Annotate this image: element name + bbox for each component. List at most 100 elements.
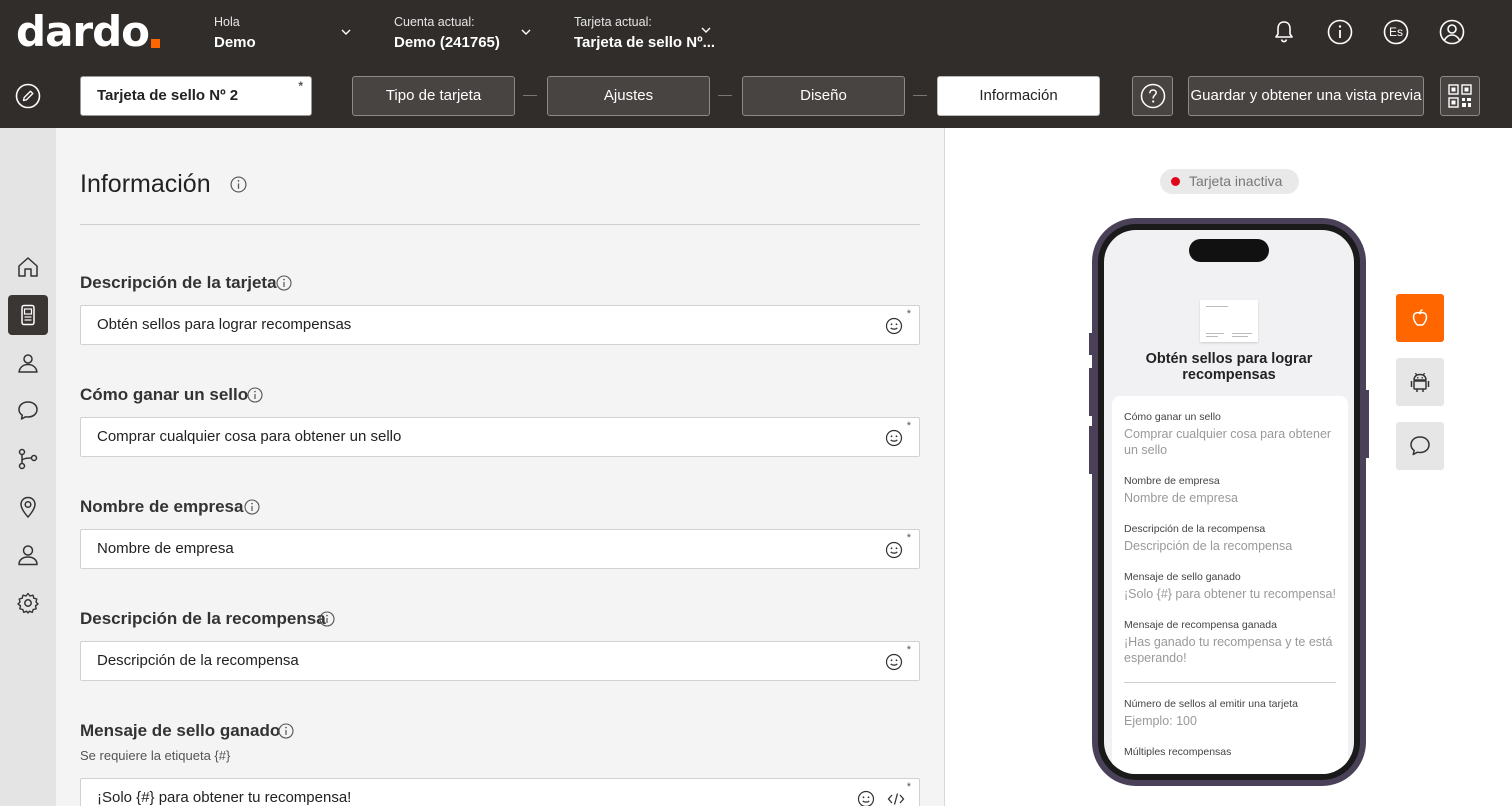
platform-android-button[interactable]: [1396, 358, 1444, 406]
tab-ajustes[interactable]: Ajustes: [547, 76, 710, 116]
reward-description-input[interactable]: Descripción de la recompensa *: [80, 641, 920, 681]
preview-value: Comprar cualquier cosa para obtener un s…: [1124, 427, 1332, 457]
preview-item: Descripción de la recompensa Descripción…: [1124, 522, 1336, 554]
account-selector[interactable]: Cuenta actual: Demo (241765): [394, 14, 500, 54]
code-tag-icon[interactable]: [887, 790, 905, 806]
info-icon[interactable]: [276, 275, 292, 291]
platform-apple-button[interactable]: [1396, 294, 1444, 342]
flows-icon: [18, 448, 38, 470]
clients-icon: [18, 354, 38, 373]
how-to-earn-input[interactable]: Comprar cualquier cosa para obtener un s…: [80, 417, 920, 457]
phone-mockup: Obtén sellos para lograr recompensas Cóm…: [1092, 218, 1366, 786]
emoji-icon[interactable]: [885, 429, 903, 447]
preview-value: ¡Has ganado tu recompensa y te está espe…: [1124, 635, 1333, 665]
chevron-down-icon[interactable]: [700, 24, 712, 36]
bell-icon[interactable]: [1270, 18, 1298, 46]
info-icon[interactable]: [247, 387, 263, 403]
phone-side-button: [1366, 390, 1369, 458]
required-mark: *: [906, 781, 911, 793]
tab-tipo-de-tarjeta[interactable]: Tipo de tarjeta: [352, 76, 515, 116]
required-mark: *: [906, 644, 911, 656]
preview-value: ¡Solo {#} para obtener tu recompensa!: [1124, 587, 1336, 601]
language-badge: Es: [1388, 25, 1403, 39]
info-icon[interactable]: [244, 499, 260, 515]
users-icon: [18, 545, 38, 566]
phone-screen[interactable]: Obtén sellos para lograr recompensas Cóm…: [1104, 230, 1354, 774]
preview-value: Nombre de empresa: [1124, 491, 1238, 505]
greeting[interactable]: Hola Demo: [214, 14, 256, 54]
sidebar-item-cards[interactable]: [8, 295, 48, 335]
sidebar-item-messages[interactable]: [8, 391, 48, 431]
qr-code-button[interactable]: [1440, 76, 1480, 116]
preview-label: Nombre de empresa: [1124, 475, 1220, 487]
logo-dot: [151, 39, 161, 48]
required-mark: *: [906, 532, 911, 544]
greeting-label: Hola: [214, 15, 240, 29]
thumbnail-line: [1206, 336, 1218, 337]
tab-informacion[interactable]: Información: [937, 76, 1100, 116]
messages-icon: [18, 401, 38, 420]
card-selector[interactable]: Tarjeta actual: Tarjeta de sello Nº...: [574, 14, 715, 54]
help-button[interactable]: [1132, 76, 1173, 116]
information-form: Información Descripción de la tarjeta Ob…: [56, 128, 944, 806]
info-icon[interactable]: [1326, 18, 1354, 46]
sidebar-item-users[interactable]: [8, 535, 48, 575]
sidebar-item-settings[interactable]: [8, 583, 48, 623]
dardo-logo[interactable]: dardo: [16, 11, 161, 53]
preview-value: Ejemplo: 100: [1124, 714, 1197, 728]
language-icon[interactable]: Es: [1382, 18, 1410, 46]
stamp-earned-message-input[interactable]: ¡Solo {#} para obtener tu recompensa! *: [80, 778, 920, 806]
tab-diseno[interactable]: Diseño: [742, 76, 905, 116]
card-description-value: Obtén sellos para lograr recompensas: [97, 316, 352, 333]
preview-label: Número de sellos al emitir una tarjeta: [1124, 698, 1298, 710]
user-icon[interactable]: [1438, 18, 1466, 46]
required-mark: *: [906, 308, 911, 320]
wizard-toolbar: Tarjeta de sello Nº 2 * Tipo de tarjeta …: [0, 64, 1512, 128]
chat-icon: [1410, 436, 1430, 456]
phone-bezel: Obtén sellos para lograr recompensas Cóm…: [1098, 224, 1360, 780]
preview-item: Mensaje de recompensa ganada ¡Has ganado…: [1124, 618, 1336, 666]
emoji-icon[interactable]: [885, 541, 903, 559]
thumbnail-line: [1232, 333, 1252, 334]
android-icon: [1410, 372, 1430, 392]
card-name-input[interactable]: Tarjeta de sello Nº 2 *: [80, 76, 312, 116]
business-name-input[interactable]: Nombre de empresa *: [80, 529, 920, 569]
field-label-card-description: Descripción de la tarjeta: [80, 273, 277, 292]
emoji-icon[interactable]: [885, 653, 903, 671]
preview-label: Mensaje de recompensa ganada: [1124, 619, 1277, 631]
stamp-earned-message-value: ¡Solo {#} para obtener tu recompensa!: [97, 789, 352, 806]
field-label-business-name: Nombre de empresa: [80, 497, 244, 516]
reward-description-value: Descripción de la recompensa: [97, 652, 299, 669]
divider: [80, 224, 920, 225]
card-preview-panel: Tarjeta inactiva Obtén sellos para logra…: [944, 128, 1512, 806]
question-icon: [1140, 83, 1166, 109]
apple-icon: [1412, 309, 1428, 326]
phone-info-panel: Cómo ganar un sello Comprar cualquier co…: [1112, 396, 1348, 774]
sidebar-item-clients[interactable]: [8, 343, 48, 383]
card-thumbnail: [1200, 300, 1258, 342]
chevron-down-icon[interactable]: [520, 26, 532, 38]
info-icon[interactable]: [319, 611, 335, 627]
edit-icon[interactable]: [14, 82, 42, 110]
thumbnail-line: [1206, 306, 1228, 307]
emoji-icon[interactable]: [857, 790, 875, 806]
save-preview-button[interactable]: Guardar y obtener una vista previa: [1188, 76, 1424, 116]
chevron-down-icon[interactable]: [340, 26, 352, 38]
home-icon: [18, 257, 38, 277]
thumbnail-line: [1206, 333, 1224, 334]
sidebar-item-home[interactable]: [8, 247, 48, 287]
sidebar-item-flows[interactable]: [8, 439, 48, 479]
info-icon[interactable]: [230, 176, 247, 193]
preview-label: Múltiples recompensas: [1124, 746, 1232, 758]
info-icon[interactable]: [278, 723, 294, 739]
sidebar-item-locations[interactable]: [8, 487, 48, 527]
card-description-input[interactable]: Obtén sellos para lograr recompensas *: [80, 305, 920, 345]
page-title: Información: [80, 170, 211, 198]
preview-item: Mensaje de sello ganado ¡Solo {#} para o…: [1124, 570, 1336, 602]
greeting-value: Demo: [214, 34, 256, 51]
platform-chat-button[interactable]: [1396, 422, 1444, 470]
emoji-icon[interactable]: [885, 317, 903, 335]
step-separator: [913, 95, 927, 96]
card-label: Tarjeta actual:: [574, 15, 652, 29]
required-mark: *: [298, 79, 303, 93]
